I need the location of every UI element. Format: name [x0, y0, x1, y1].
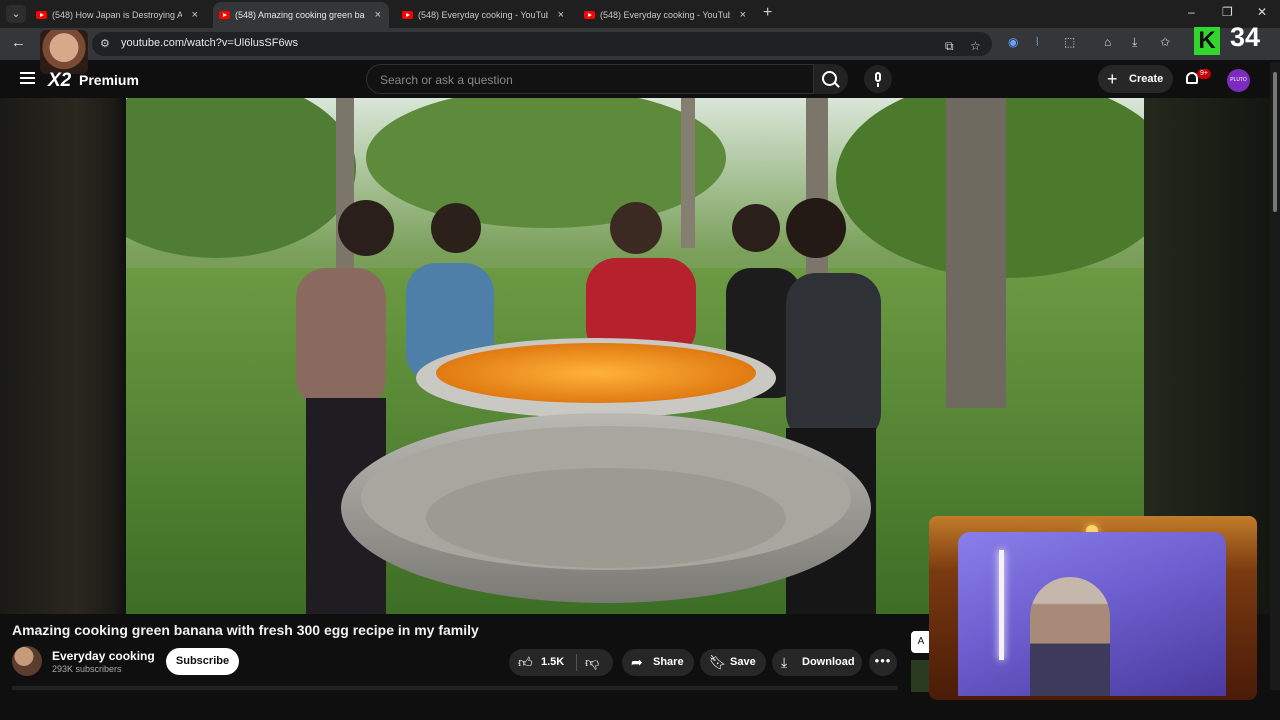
streamer-figure: [1030, 577, 1110, 696]
channel-name[interactable]: Everyday cooking: [52, 649, 155, 663]
youtube-favicon-icon: [219, 11, 230, 19]
streamer-face-overlay: [40, 30, 88, 74]
close-tab-icon[interactable]: ×: [375, 2, 381, 28]
browser-toolbar: ← ⚙ youtube.com/watch?v=Ul6lusSF6ws ⧉ ☆ …: [0, 28, 1280, 60]
extension-s-icon[interactable]: ◉: [1008, 35, 1018, 49]
bookmark-icon: 🔖︎: [709, 654, 727, 670]
browser-tab-1[interactable]: (548) How Japan is Destroying An ×: [30, 2, 206, 28]
tab-search-button[interactable]: ⌄: [6, 5, 26, 23]
download-label: Download: [802, 656, 855, 668]
youtube-favicon-icon: [584, 11, 595, 19]
restore-button[interactable]: ❐: [1222, 5, 1233, 19]
search-placeholder: Search or ask a question: [380, 73, 513, 87]
voice-search-mic-icon[interactable]: [864, 65, 892, 93]
menu-hamburger-icon[interactable]: [20, 72, 35, 84]
page-scrollbar[interactable]: [1270, 62, 1280, 690]
create-label: Create: [1129, 73, 1164, 85]
youtube-premium-logo[interactable]: Premium: [79, 72, 139, 88]
extension-voice-icon[interactable]: ⦚: [1036, 35, 1039, 50]
youtube-favicon-icon: [36, 11, 47, 19]
like-count[interactable]: 1.5K: [541, 649, 564, 676]
close-window-button[interactable]: ✕: [1257, 5, 1267, 19]
browser-tab-4[interactable]: (548) Everyday cooking - YouTube ×: [578, 2, 754, 28]
favorites-icon[interactable]: ✩: [1160, 35, 1170, 49]
tab-title: (548) Everyday cooking - YouTube: [600, 10, 730, 20]
subscriber-count: 293K subscribers: [52, 664, 122, 674]
notification-count-badge: 9+: [1197, 69, 1211, 79]
channel-avatar[interactable]: [12, 646, 42, 676]
extensions-puzzle-icon[interactable]: ⬚: [1064, 35, 1075, 49]
youtube-header: Premium Search or ask a question + Creat…: [0, 60, 1280, 98]
account-avatar[interactable]: PLUTO: [1227, 69, 1250, 92]
dislike-thumb-icon[interactable]: 👎︎: [585, 649, 599, 676]
light-strip: [999, 550, 1004, 660]
back-arrow-icon[interactable]: ←: [11, 34, 26, 51]
create-button[interactable]: + Create: [1098, 65, 1173, 93]
video-title: Amazing cooking green banana with fresh …: [12, 622, 479, 638]
minimize-button[interactable]: –: [1188, 5, 1195, 19]
save-button[interactable]: 🔖︎ Save: [700, 649, 766, 676]
close-tab-icon[interactable]: ×: [740, 2, 746, 28]
tab-title: (548) Amazing cooking green ban: [235, 10, 365, 20]
more-actions-icon[interactable]: •••: [869, 649, 897, 676]
related-thumbnail[interactable]: [911, 660, 931, 692]
share-arrow-icon: ➦: [631, 654, 643, 670]
share-label: Share: [653, 656, 684, 668]
x2-overlay-label: X2: [48, 70, 72, 91]
k-logo-badge: K: [1194, 27, 1220, 55]
webcam-overlay: [929, 516, 1257, 700]
new-tab-button[interactable]: +: [763, 4, 772, 22]
download-button[interactable]: ⤓ Download: [772, 649, 862, 676]
close-tab-icon[interactable]: ×: [558, 2, 564, 28]
address-bar[interactable]: ⚙ youtube.com/watch?v=Ul6lusSF6ws ⧉ ☆: [92, 32, 992, 56]
like-dislike-group: 👍︎ 1.5K 👎︎: [509, 649, 613, 676]
share-button[interactable]: ➦ Share: [622, 649, 694, 676]
site-info-icon[interactable]: ⚙: [100, 37, 114, 51]
tab-title: (548) Everyday cooking - YouTube: [418, 10, 548, 20]
close-tab-icon[interactable]: ×: [192, 2, 198, 28]
counter-value: 34: [1230, 22, 1261, 52]
bookmark-star-icon[interactable]: ☆: [970, 39, 981, 53]
plus-icon: +: [1107, 69, 1118, 89]
save-label: Save: [730, 656, 756, 668]
like-thumb-icon[interactable]: 👍︎: [518, 649, 533, 676]
subscribe-button[interactable]: Subscribe: [166, 648, 239, 675]
youtube-favicon-icon: [402, 11, 413, 19]
webcam-feed: [958, 532, 1226, 696]
browser-tab-strip: ⌄ (548) How Japan is Destroying An × (54…: [0, 0, 1280, 28]
description-box-edge: [12, 686, 898, 690]
search-input[interactable]: Search or ask a question: [366, 64, 814, 94]
search-button[interactable]: [814, 64, 848, 94]
side-chip[interactable]: A: [911, 631, 931, 653]
url-text[interactable]: youtube.com/watch?v=Ul6lusSF6ws: [121, 37, 298, 49]
incognito-icon[interactable]: ⌂: [1104, 35, 1111, 49]
browser-tab-3[interactable]: (548) Everyday cooking - YouTube ×: [396, 2, 572, 28]
download-arrow-icon: ⤓: [781, 654, 788, 670]
search-icon: [822, 71, 837, 86]
browser-tab-2[interactable]: (548) Amazing cooking green ban ×: [213, 2, 389, 28]
like-divider: [576, 654, 577, 671]
download-icon[interactable]: ⤓: [1132, 35, 1137, 50]
scrollbar-thumb[interactable]: [1273, 72, 1277, 212]
install-app-icon[interactable]: ⧉: [945, 39, 954, 54]
tab-title: (548) How Japan is Destroying An: [52, 10, 182, 20]
